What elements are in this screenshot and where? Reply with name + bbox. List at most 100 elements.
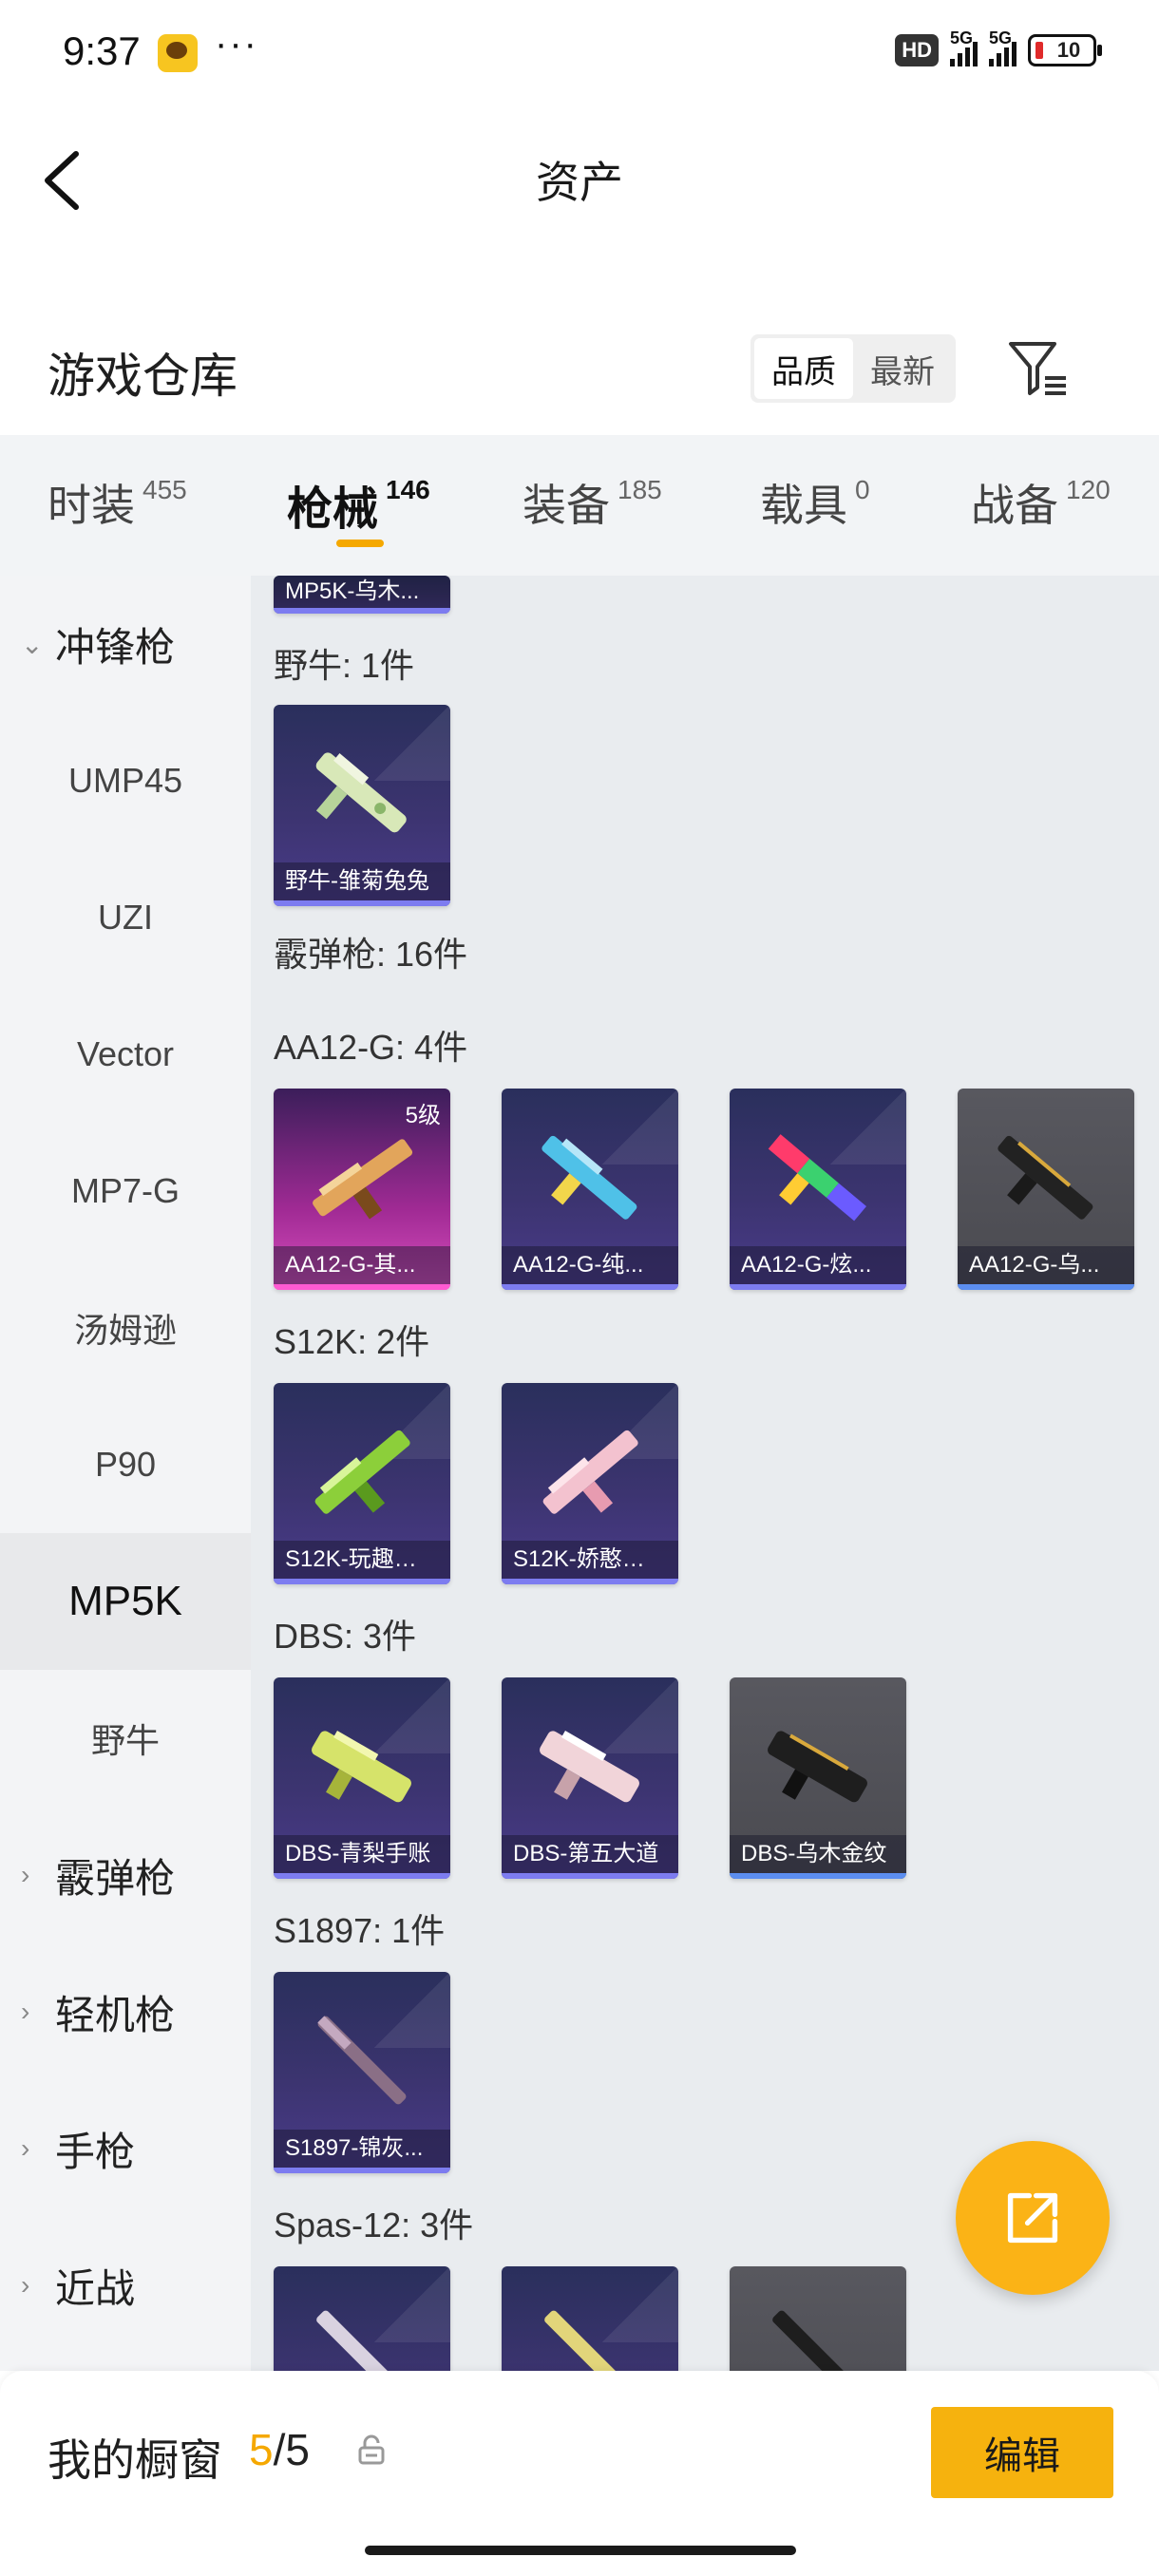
- category-tabs: 时装 455 枪械 146 装备 185 载具 0 战备 120: [0, 435, 1159, 576]
- shotgun-icon: [542, 1135, 637, 1220]
- rarity-bar: [274, 1579, 450, 1584]
- filter-button[interactable]: [1005, 334, 1072, 401]
- share-icon: [1007, 2192, 1058, 2244]
- weapon-card-name: MP5K-乌木...: [274, 576, 450, 608]
- showcase-count: 5/5: [249, 2425, 310, 2474]
- sidebar-item-pistol[interactable]: › 手枪: [0, 2080, 251, 2217]
- rarity-bar: [730, 1284, 906, 1290]
- chevron-right-icon: ›: [21, 2270, 30, 2300]
- weapon-card[interactable]: S1897-锦灰...: [274, 1972, 450, 2173]
- sidebar-item-vector[interactable]: Vector: [0, 986, 251, 1123]
- shotgun-icon: [314, 1430, 410, 1514]
- weapon-card-name: AA12-G-炫...: [730, 1246, 906, 1284]
- shotgun-icon: [544, 2310, 635, 2371]
- tab-fashion[interactable]: 时装 455: [48, 471, 187, 534]
- chevron-right-icon: ›: [21, 2133, 30, 2163]
- weapon-card-name: DBS-青梨手账: [274, 1835, 450, 1873]
- sidebar-item-mp7g[interactable]: MP7-G: [0, 1123, 251, 1260]
- weapon-card[interactable]: 5级 AA12-G-其...: [274, 1089, 450, 1290]
- lock-icon: [358, 2434, 385, 2465]
- rarity-bar: [274, 1873, 450, 1879]
- group-label-shotgun: 霰弹枪: 16件: [274, 935, 468, 974]
- smg-icon: [315, 752, 407, 833]
- rarity-bar: [730, 1873, 906, 1879]
- tab-equipment[interactable]: 装备 185: [522, 471, 662, 534]
- share-button[interactable]: [956, 2141, 1110, 2295]
- weapon-card[interactable]: [502, 2266, 678, 2371]
- shotgun-icon: [772, 2310, 863, 2371]
- shotgun-icon: [313, 1139, 413, 1220]
- weapon-card[interactable]: [274, 2266, 450, 2371]
- sidebar-item-bison[interactable]: 野牛: [0, 1670, 251, 1807]
- shotgun-icon: [540, 1731, 639, 1803]
- weapon-card[interactable]: DBS-乌木金纹: [730, 1677, 906, 1879]
- group-label-aa12g: AA12-G: 4件: [274, 1028, 468, 1067]
- status-indicators: HD 5G 5G 10: [895, 28, 1102, 66]
- page-title: 资产: [536, 158, 623, 207]
- sidebar-item-ump45[interactable]: UMP45: [0, 712, 251, 849]
- weapon-card[interactable]: [730, 2266, 906, 2371]
- rarity-bar: [502, 1579, 678, 1584]
- chevron-right-icon: ›: [21, 1997, 30, 2026]
- weapon-card-name: AA12-G-纯...: [502, 1246, 678, 1284]
- weapon-card-name: AA12-G-其...: [274, 1246, 450, 1284]
- weapon-category-sidebar: ⌄ 冲锋枪 UMP45 UZI Vector MP7-G 汤姆逊 P90 MP5…: [0, 576, 251, 2371]
- chevron-down-icon: ⌄: [21, 629, 44, 659]
- weapon-card[interactable]: AA12-G-炫...: [730, 1089, 906, 1290]
- shotgun-icon: [316, 2310, 407, 2371]
- weapon-card[interactable]: 野牛-雏菊兔兔: [274, 705, 450, 906]
- weapon-card[interactable]: AA12-G-纯...: [502, 1089, 678, 1290]
- shotgun-icon: [542, 1430, 638, 1514]
- sidebar-item-melee[interactable]: › 近战: [0, 2217, 251, 2354]
- filter-icon: [1009, 342, 1066, 395]
- rarity-bar: [274, 900, 450, 906]
- sidebar-item-uzi[interactable]: UZI: [0, 849, 251, 986]
- group-label-dbs: DBS: 3件: [274, 1617, 417, 1656]
- shotgun-icon: [768, 1134, 866, 1222]
- rarity-bar: [274, 608, 450, 614]
- weapon-card-name: DBS-第五大道: [502, 1835, 678, 1873]
- status-bar: 9:37 ··· HD 5G 5G 10: [0, 0, 1159, 104]
- sidebar-item-lmg[interactable]: › 轻机枪: [0, 1943, 251, 2080]
- signal-icon-sim2: 5G: [989, 28, 1016, 66]
- sidebar-item-thompson[interactable]: 汤姆逊: [0, 1260, 251, 1396]
- weapon-card-name: S12K-玩趣呆呆: [274, 1541, 450, 1579]
- status-time: 9:37: [63, 28, 141, 73]
- tab-vehicles[interactable]: 载具 0: [760, 471, 870, 534]
- hd-icon: HD: [895, 34, 939, 66]
- weapon-card[interactable]: DBS-青梨手账: [274, 1677, 450, 1879]
- battery-icon: 10: [1028, 34, 1102, 66]
- weapon-card-name: DBS-乌木金纹: [730, 1835, 906, 1873]
- tab-firearms[interactable]: 枪械 146: [287, 471, 430, 538]
- sidebar-item-smg[interactable]: ⌄ 冲锋枪: [0, 576, 251, 712]
- sidebar-item-mp5k[interactable]: MP5K: [0, 1533, 251, 1670]
- group-label-bison: 野牛: 1件: [274, 646, 415, 685]
- rarity-bar: [502, 1284, 678, 1290]
- active-tab-indicator: [336, 540, 384, 547]
- sort-by-quality[interactable]: 品质: [754, 338, 853, 399]
- weapon-card[interactable]: MP5K-乌木...: [274, 576, 450, 614]
- signal-icon-sim1: 5G: [950, 28, 978, 66]
- more-notifications-icon: ···: [215, 23, 258, 65]
- shotgun-icon: [998, 1135, 1093, 1220]
- edit-button[interactable]: 编辑: [931, 2407, 1113, 2498]
- weapon-card[interactable]: DBS-第五大道: [502, 1677, 678, 1879]
- sidebar-item-shotgun[interactable]: › 霰弹枪: [0, 1807, 251, 1943]
- weapon-card-name: S1897-锦灰...: [274, 2130, 450, 2168]
- weapon-card[interactable]: S12K-玩趣呆呆: [274, 1383, 450, 1584]
- shotgun-icon: [312, 1731, 411, 1803]
- tab-supplies[interactable]: 战备 120: [971, 471, 1111, 534]
- weapon-card[interactable]: S12K-娇憨猪猪: [502, 1383, 678, 1584]
- warehouse-title: 游戏仓库: [48, 350, 238, 403]
- group-label-s1897: S1897: 1件: [274, 1911, 446, 1950]
- rarity-bar: [958, 1284, 1134, 1290]
- sidebar-item-p90[interactable]: P90: [0, 1396, 251, 1533]
- weapon-card[interactable]: AA12-G-乌...: [958, 1089, 1134, 1290]
- rarity-bar: [274, 1284, 450, 1290]
- app-notification-icon: [158, 34, 198, 72]
- home-indicator[interactable]: [365, 2546, 796, 2555]
- sort-by-newest[interactable]: 最新: [853, 338, 952, 399]
- chevron-right-icon: ›: [21, 1860, 30, 1889]
- rarity-bar: [502, 1873, 678, 1879]
- weapon-card-name: 野牛-雏菊兔兔: [274, 862, 450, 900]
